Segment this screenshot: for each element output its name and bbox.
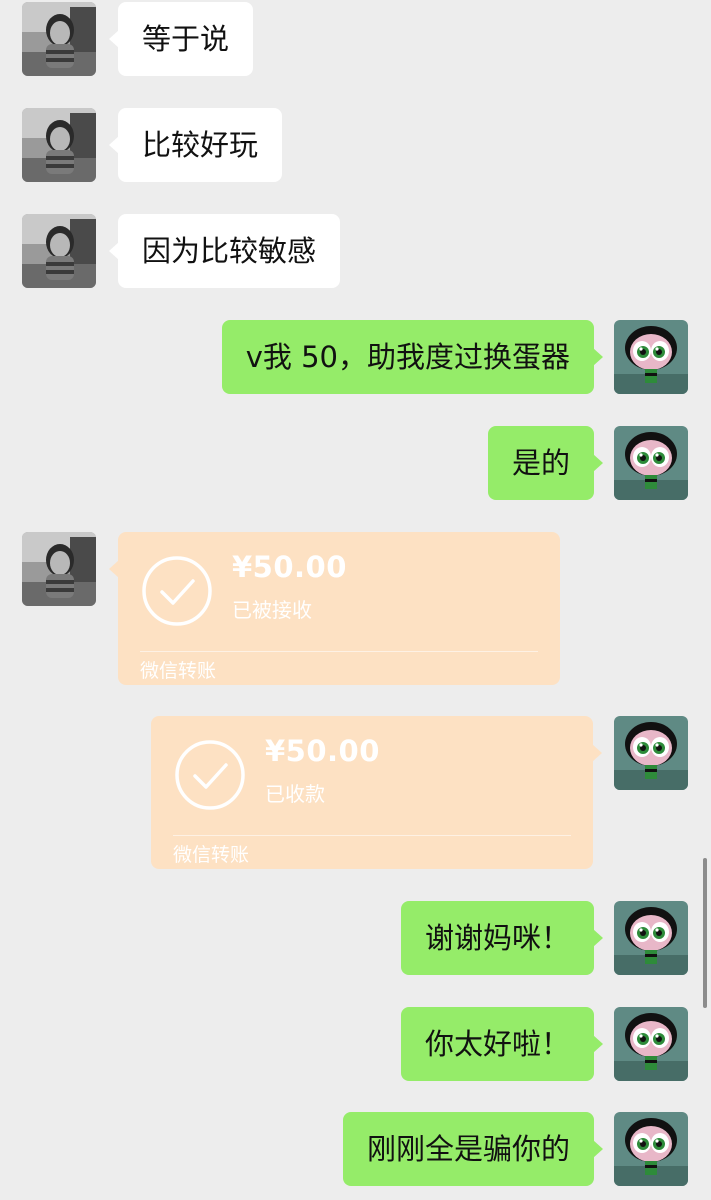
message-bubble[interactable]: 等于说 bbox=[108, 2, 254, 76]
transfer-status: 已收款 bbox=[265, 782, 325, 806]
message-bubble[interactable]: 刚刚全是骗你的 bbox=[342, 1112, 604, 1186]
my-avatar[interactable] bbox=[614, 716, 688, 790]
powerpuff-buttercup-avatar-icon bbox=[614, 426, 688, 500]
my-avatar[interactable] bbox=[614, 320, 688, 394]
child-photo-avatar-icon bbox=[22, 532, 96, 606]
message-bubble[interactable]: 你太好啦！ bbox=[400, 1007, 604, 1081]
transfer-amount: ¥50.00 bbox=[265, 734, 380, 768]
my-avatar[interactable] bbox=[614, 1007, 688, 1081]
message-text: v我 50，助我度过换蛋器 bbox=[245, 340, 570, 374]
my-avatar[interactable] bbox=[614, 1112, 688, 1186]
message-text: 因为比较敏感 bbox=[142, 234, 317, 268]
message-text: 等于说 bbox=[142, 22, 230, 56]
contact-avatar[interactable] bbox=[22, 532, 96, 606]
contact-avatar[interactable] bbox=[22, 2, 96, 76]
contact-avatar[interactable] bbox=[22, 108, 96, 182]
check-circle-icon bbox=[142, 556, 212, 626]
message-text: 比较好玩 bbox=[142, 128, 259, 162]
powerpuff-buttercup-avatar-icon bbox=[614, 1112, 688, 1186]
message-text: 刚刚全是骗你的 bbox=[366, 1132, 570, 1166]
transfer-card[interactable]: ¥50.00 已收款 微信转账 bbox=[151, 716, 602, 869]
transfer-status: 已被接收 bbox=[232, 598, 312, 622]
message-text: 是的 bbox=[511, 446, 570, 480]
transfer-divider bbox=[140, 651, 538, 652]
message-bubble[interactable]: 因为比较敏感 bbox=[108, 214, 341, 288]
powerpuff-buttercup-avatar-icon bbox=[614, 716, 688, 790]
transfer-divider bbox=[173, 835, 571, 836]
scrollbar[interactable] bbox=[703, 858, 707, 1008]
transfer-footer: 微信转账 bbox=[173, 844, 250, 866]
message-bubble[interactable]: 是的 bbox=[487, 426, 604, 500]
my-avatar[interactable] bbox=[614, 901, 688, 975]
message-text: 你太好啦！ bbox=[424, 1027, 570, 1061]
powerpuff-buttercup-avatar-icon bbox=[614, 1007, 688, 1081]
transfer-card[interactable]: ¥50.00 已被接收 微信转账 bbox=[109, 532, 560, 685]
transfer-amount: ¥50.00 bbox=[232, 550, 347, 584]
message-bubble[interactable]: 比较好玩 bbox=[108, 108, 283, 182]
powerpuff-buttercup-avatar-icon bbox=[614, 320, 688, 394]
child-photo-avatar-icon bbox=[22, 108, 96, 182]
check-circle-icon bbox=[175, 740, 245, 810]
chat-message-list[interactable]: 等于说 比较好玩 因为比较敏感 v我 50，助我度过换蛋器 是的 ¥50.00 … bbox=[0, 0, 711, 1200]
my-avatar[interactable] bbox=[614, 426, 688, 500]
message-bubble[interactable]: v我 50，助我度过换蛋器 bbox=[221, 320, 604, 394]
transfer-footer: 微信转账 bbox=[140, 660, 217, 682]
child-photo-avatar-icon bbox=[22, 2, 96, 76]
powerpuff-buttercup-avatar-icon bbox=[614, 901, 688, 975]
contact-avatar[interactable] bbox=[22, 214, 96, 288]
child-photo-avatar-icon bbox=[22, 214, 96, 288]
message-bubble[interactable]: 谢谢妈咪！ bbox=[400, 901, 604, 975]
message-text: 谢谢妈咪！ bbox=[424, 921, 570, 955]
